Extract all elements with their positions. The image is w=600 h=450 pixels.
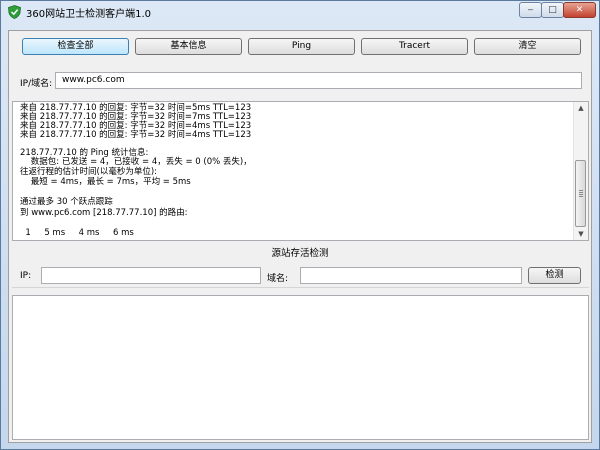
check-button[interactable]: 检测 [528,267,581,284]
output-line: 通过最多 30 个跃点跟踪 [20,197,113,207]
ip-input[interactable] [41,267,261,284]
close-button[interactable]: ✕ [563,2,596,18]
shield-icon [8,5,21,19]
maximize-button[interactable]: □ [541,2,564,18]
scroll-down-arrow-icon[interactable]: ▼ [574,228,588,240]
ip-label: IP: [20,271,32,281]
origin-check-output[interactable] [12,295,589,440]
title-bar[interactable]: 360网站卫士检测客户端1.0 ‒ □ ✕ [1,1,599,23]
domain-label: 域名: [267,274,289,284]
host-input[interactable]: www.pc6.com [55,72,582,89]
output-line: 到 www.pc6.com [218.77.77.10] 的路由: [20,208,188,218]
scroll-up-arrow-icon[interactable]: ▲ [574,102,588,114]
clear-button[interactable]: 清空 [474,38,581,55]
basic-info-button[interactable]: 基本信息 [135,38,242,55]
output-line: 1 5 ms 4 ms 6 ms [20,228,134,238]
window-title: 360网站卫士检测客户端1.0 [26,9,151,20]
output-line: 往返行程的估计时间(以毫秒为单位): [20,167,157,177]
output-scrollbar[interactable]: ▲ ▼ [573,102,588,240]
scroll-thumb[interactable] [575,160,586,227]
host-label: IP/域名: [20,79,53,89]
ping-button[interactable]: Ping [248,38,355,55]
domain-input[interactable] [300,267,522,284]
origin-check-title: 源站存活检测 [271,248,329,259]
output-line: 最短 = 4ms，最长 = 7ms，平均 = 5ms [20,177,191,187]
tracert-button[interactable]: Tracert [361,38,468,55]
output-line: 数据包: 已发送 = 4，已接收 = 4，丢失 = 0 (0% 丢失)， [20,157,252,167]
main-panel: 检查全部 基本信息 Ping Tracert 清空 IP/域名: www.pc6… [8,30,592,443]
output-line: 来自 218.77.77.10 的回复: 字节=32 时间=4ms TTL=12… [20,130,252,140]
divider [12,287,589,288]
result-output[interactable]: 来自 218.77.77.10 的回复: 字节=32 时间=5ms TTL=12… [12,101,589,241]
app-window: 360网站卫士检测客户端1.0 ‒ □ ✕ 检查全部 基本信息 Ping Tra… [0,0,600,450]
minimize-button[interactable]: ‒ [519,2,542,18]
check-all-button[interactable]: 检查全部 [22,38,129,55]
